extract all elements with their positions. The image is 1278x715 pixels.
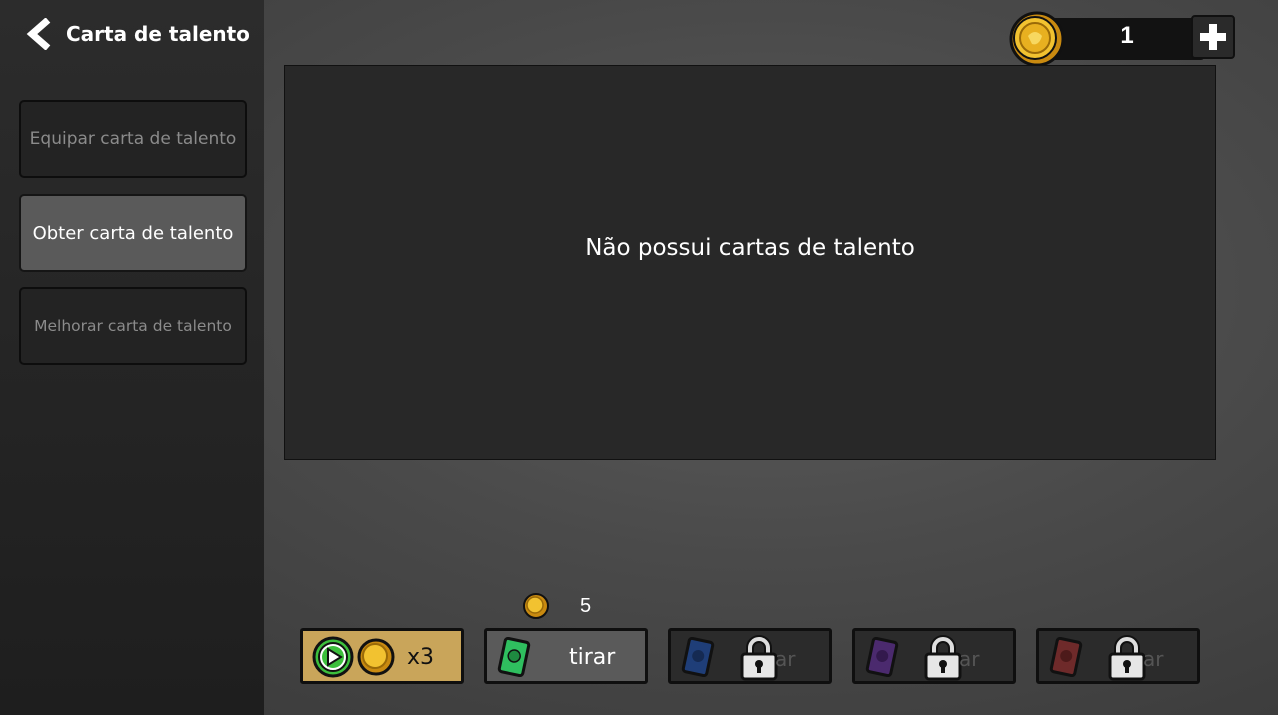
back-arrow-icon <box>26 18 56 50</box>
tab-upgrade-talent-card[interactable]: Melhorar carta de talento <box>19 287 247 365</box>
gold-coin-icon <box>1008 10 1066 68</box>
ad-multiplier-label: x3 <box>407 645 434 670</box>
back-button[interactable]: Carta de talento <box>26 18 250 50</box>
currency-display: 1 <box>1008 10 1240 66</box>
sidebar: Carta de talento Equipar carta de talent… <box>0 0 264 715</box>
draw-cost-value: 5 <box>580 595 591 618</box>
draw-cost: 5 <box>522 592 591 620</box>
lock-icon <box>739 635 779 681</box>
green-card-icon <box>497 637 531 677</box>
tab-equip-talent-card[interactable]: Equipar carta de talento <box>19 100 247 178</box>
lock-icon <box>923 635 963 681</box>
plus-icon <box>1198 22 1228 52</box>
draw-card-button-locked[interactable]: ar <box>668 628 832 684</box>
tab-label: Obter carta de talento <box>33 223 234 244</box>
red-card-icon <box>1049 637 1083 677</box>
draw-card-button[interactable]: tirar <box>484 628 648 684</box>
page-title: Carta de talento <box>66 22 250 46</box>
empty-message: Não possui cartas de talento <box>585 235 915 261</box>
add-currency-button[interactable] <box>1191 15 1235 59</box>
draw-card-button-locked[interactable]: ar <box>1036 628 1200 684</box>
tab-label: Melhorar carta de talento <box>34 317 232 335</box>
draw-label: ar <box>775 647 795 671</box>
watch-ad-draw-button[interactable]: x3 <box>300 628 464 684</box>
draw-label: ar <box>1143 647 1163 671</box>
blue-card-icon <box>681 637 715 677</box>
draw-card-button-locked[interactable]: ar <box>852 628 1016 684</box>
gold-coin-icon <box>355 636 397 678</box>
play-icon <box>311 635 355 679</box>
draw-label: ar <box>959 647 979 671</box>
lock-icon <box>1107 635 1147 681</box>
talent-card-panel: Não possui cartas de talento <box>284 65 1216 460</box>
purple-card-icon <box>865 637 899 677</box>
draw-label: tirar <box>569 645 615 670</box>
gold-coin-icon <box>522 592 550 620</box>
tab-obtain-talent-card[interactable]: Obter carta de talento <box>19 194 247 272</box>
tab-label: Equipar carta de talento <box>30 129 237 149</box>
currency-count: 1 <box>1098 22 1156 50</box>
